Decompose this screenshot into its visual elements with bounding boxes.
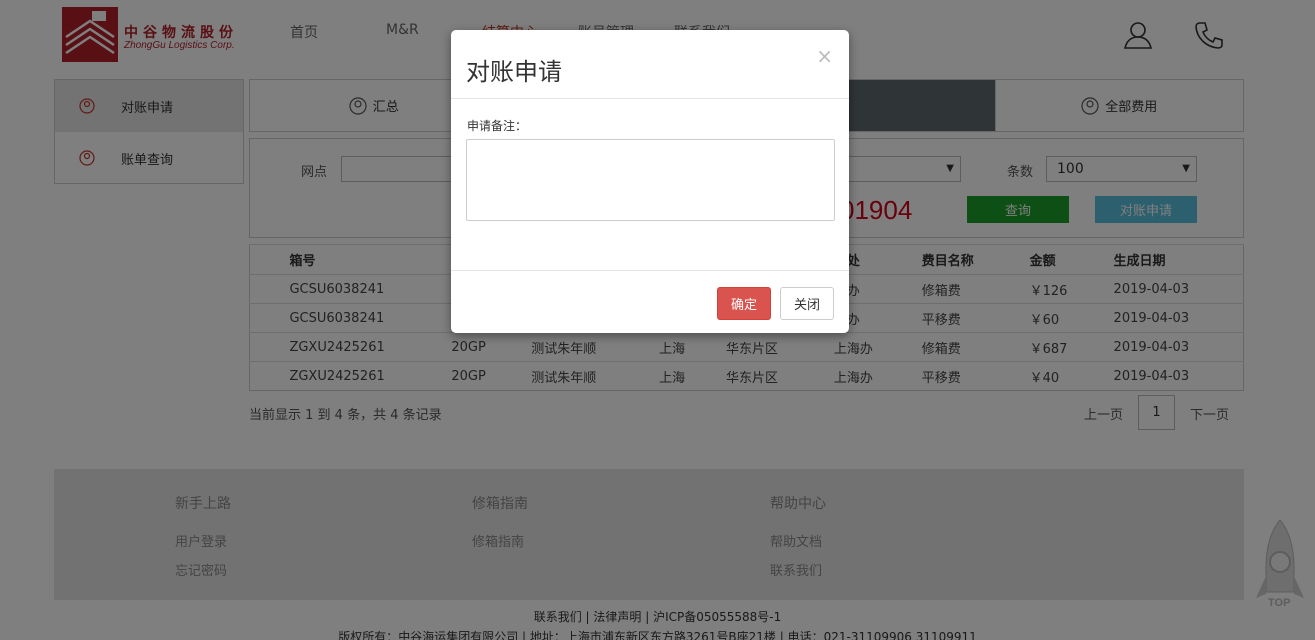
reconcile-apply-dialog: 对账申请 × 申请备注： 确定 关闭: [451, 30, 849, 333]
remark-label: 申请备注：: [467, 119, 528, 133]
close-icon[interactable]: ×: [816, 44, 833, 68]
dialog-footer: 确定 关闭: [451, 270, 849, 333]
dialog-body: 申请备注：: [451, 99, 849, 270]
confirm-button[interactable]: 确定: [717, 287, 771, 320]
dialog-title: 对账申请: [466, 58, 562, 86]
dialog-header: 对账申请 ×: [451, 30, 849, 99]
remark-textarea[interactable]: [466, 139, 835, 221]
close-button[interactable]: 关闭: [780, 287, 834, 320]
